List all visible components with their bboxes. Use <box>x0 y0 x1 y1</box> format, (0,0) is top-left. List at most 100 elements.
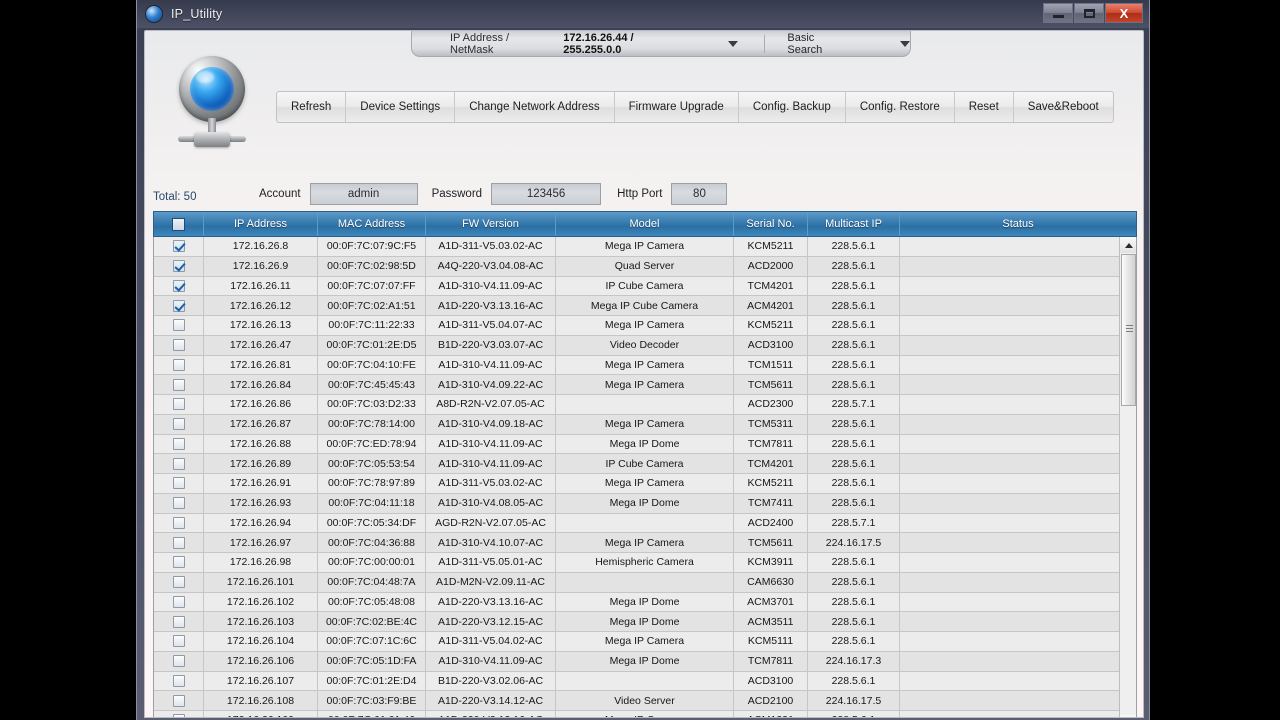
table-row[interactable]: 172.16.26.106 00:0F:7C:05:1D:FA A1D-310-V4… <box>154 651 1120 672</box>
row-checkbox[interactable] <box>172 260 185 273</box>
firmware-upgrade-button[interactable]: Firmware Upgrade <box>615 92 739 122</box>
table-row[interactable]: 172.16.26.101 00:0F:7C:04:48:7A A1D-M2N-V2… <box>154 572 1120 593</box>
row-checkbox[interactable] <box>172 714 185 717</box>
select-all-checkbox[interactable] <box>172 217 185 231</box>
row-checkbox[interactable] <box>172 655 185 668</box>
table-row[interactable]: 172.16.26.11 00:0F:7C:07:07:FF A1D-310-V4.… <box>154 276 1120 297</box>
cell-model <box>556 572 734 592</box>
row-checkbox[interactable] <box>172 358 185 371</box>
scrollbar-thumb[interactable] <box>1121 254 1136 406</box>
change-network-address-button[interactable]: Change Network Address <box>455 92 615 122</box>
cell-multicast-ip: 228.5.6.1 <box>808 276 900 296</box>
row-checkbox[interactable] <box>172 674 185 687</box>
column-header-ip-address[interactable]: IP Address <box>204 212 318 236</box>
cell-model: Mega IP Camera <box>556 632 734 651</box>
device-table: IP Address MAC Address FW Version Model … <box>153 211 1137 717</box>
cell-serial-no: ACD3100 <box>734 335 808 355</box>
row-checkbox[interactable] <box>172 694 185 707</box>
row-checkbox[interactable] <box>172 299 185 312</box>
table-row[interactable]: 172.16.26.98 00:0F:7C:00:00:01 A1D-311-V5.… <box>154 553 1120 573</box>
scroll-up-button[interactable] <box>1120 237 1136 253</box>
device-settings-button[interactable]: Device Settings <box>346 92 456 122</box>
row-checkbox[interactable] <box>172 516 185 529</box>
chevron-down-icon[interactable] <box>728 40 739 47</box>
cell-serial-no: TCM4201 <box>734 454 808 473</box>
table-row[interactable]: 172.16.26.86 00:0F:7C:03:D2:33 A8D-R2N-V2.… <box>154 395 1120 415</box>
table-row[interactable]: 172.16.26.88 00:0F:7C:ED:78:94 A1D-310-V4.… <box>154 434 1120 455</box>
table-row[interactable]: 172.16.26.97 00:0F:7C:04:36:88 A1D-310-V4.… <box>154 533 1120 553</box>
cell-multicast-ip: 228.5.7.1 <box>808 395 900 414</box>
cell-select <box>154 454 204 473</box>
table-row[interactable]: 172.16.26.103 00:0F:7C:02:BE:4C A1D-220-V3… <box>154 612 1120 632</box>
row-checkbox[interactable] <box>172 497 185 510</box>
table-row[interactable]: 172.16.26.84 00:0F:7C:45:45:43 A1D-310-V4.… <box>154 375 1120 395</box>
row-checkbox[interactable] <box>172 437 185 450</box>
table-row[interactable]: 172.16.26.87 00:0F:7C:78:14:00 A1D-310-V4.… <box>154 414 1120 435</box>
row-checkbox[interactable] <box>172 378 185 391</box>
column-header-mac-address[interactable]: MAC Address <box>318 212 426 236</box>
camera-base <box>194 132 230 147</box>
table-row[interactable]: 172.16.26.13 00:0F:7C:11:22:33 A1D-311-V5.… <box>154 316 1120 336</box>
column-header-model[interactable]: Model <box>556 212 734 236</box>
row-checkbox[interactable] <box>172 595 185 608</box>
table-row[interactable]: 172.16.26.47 00:0F:7C:01:2E:D5 B1D-220-V3.… <box>154 335 1120 356</box>
row-checkbox[interactable] <box>172 615 185 628</box>
table-row[interactable]: 172.16.26.9 00:0F:7C:02:98:5D A4Q-220-V3.0… <box>154 256 1120 277</box>
table-row[interactable]: 172.16.26.107 00:0F:7C:01:2E:D4 B1D-220-V3… <box>154 671 1120 692</box>
minimize-button[interactable] <box>1043 3 1073 23</box>
table-row[interactable]: 172.16.26.93 00:0F:7C:04:11:18 A1D-310-V4.… <box>154 493 1120 514</box>
row-checkbox[interactable] <box>172 398 185 411</box>
table-row[interactable]: 172.16.26.108 00:0F:7C:03:F9:BE A1D-220-V3… <box>154 691 1120 711</box>
table-row[interactable]: 172.16.26.12 00:0F:7C:02:A1:51 A1D-220-V3.… <box>154 296 1120 316</box>
refresh-button[interactable]: Refresh <box>277 92 347 122</box>
search-mode-value[interactable]: Basic Search <box>787 32 852 56</box>
cell-mac-address: 00:0F:7C:03:F9:BE <box>318 691 426 710</box>
cell-fw-version: A1D-220-V3.13.16-AC <box>426 592 556 612</box>
close-button[interactable]: X <box>1105 3 1143 23</box>
row-checkbox[interactable] <box>172 240 185 253</box>
table-row[interactable]: 172.16.26.94 00:0F:7C:05:34:DF AGD-R2N-V2.… <box>154 513 1120 534</box>
column-header-status[interactable]: Status <box>900 212 1136 236</box>
cell-fw-version: A1D-310-V4.09.22-AC <box>426 375 556 394</box>
table-row[interactable]: 172.16.26.89 00:0F:7C:05:53:54 A1D-310-V4.… <box>154 454 1120 474</box>
row-checkbox[interactable] <box>172 319 185 332</box>
cell-status <box>900 356 1120 375</box>
title-bar: IP_Utility X <box>137 0 1149 28</box>
column-header-serial-no[interactable]: Serial No. <box>734 212 808 236</box>
maximize-button[interactable] <box>1074 3 1104 23</box>
cell-status <box>900 375 1120 394</box>
table-row[interactable]: 172.16.26.91 00:0F:7C:78:97:89 A1D-311-V5.… <box>154 474 1120 494</box>
table-row[interactable]: 172.16.26.81 00:0F:7C:04:10:FE A1D-310-V4.… <box>154 355 1120 376</box>
table-row[interactable]: 172.16.26.10900:0F:7C:01:01:46A1D-220-V3… <box>154 711 1120 717</box>
row-checkbox[interactable] <box>172 457 185 470</box>
column-header-multicast-ip[interactable]: Multicast IP <box>808 212 900 236</box>
cell-multicast-ip: 228.5.6.1 <box>808 454 900 473</box>
http-port-input[interactable]: 80 <box>671 183 728 205</box>
cell-serial-no: TCM4201 <box>734 276 808 296</box>
chevron-down-icon[interactable] <box>900 40 911 47</box>
cell-mac-address: 00:0F:7C:05:53:54 <box>318 454 426 473</box>
vertical-scrollbar[interactable] <box>1119 237 1136 717</box>
save-reboot-button[interactable]: Save&Reboot <box>1014 92 1113 122</box>
config-restore-button[interactable]: Config. Restore <box>846 92 955 122</box>
reset-button[interactable]: Reset <box>955 92 1014 122</box>
camera-ring <box>179 56 245 122</box>
row-checkbox[interactable] <box>172 556 185 569</box>
row-checkbox[interactable] <box>172 339 185 352</box>
scroll-down-button[interactable] <box>1120 715 1136 717</box>
row-checkbox[interactable] <box>172 635 185 648</box>
row-checkbox[interactable] <box>172 477 185 490</box>
row-checkbox[interactable] <box>172 576 185 589</box>
row-checkbox[interactable] <box>172 536 185 549</box>
http-port-label: Http Port <box>617 188 663 200</box>
row-checkbox[interactable] <box>172 418 185 431</box>
config-backup-button[interactable]: Config. Backup <box>739 92 846 122</box>
table-row[interactable]: 172.16.26.104 00:0F:7C:07:1C:6C A1D-311-V5… <box>154 632 1120 652</box>
client-area: IP Address / NetMask 172.16.26.44 / 255.… <box>144 30 1144 718</box>
row-checkbox[interactable] <box>172 279 185 292</box>
table-row[interactable]: 172.16.26.8 00:0F:7C:07:9C:F5 A1D-311-V5.0… <box>154 237 1120 257</box>
table-row[interactable]: 172.16.26.102 00:0F:7C:05:48:08 A1D-220-V3… <box>154 592 1120 613</box>
column-header-fw-version[interactable]: FW Version <box>426 212 556 236</box>
account-input[interactable]: admin <box>309 183 418 205</box>
password-input[interactable]: 123456 <box>491 183 602 205</box>
